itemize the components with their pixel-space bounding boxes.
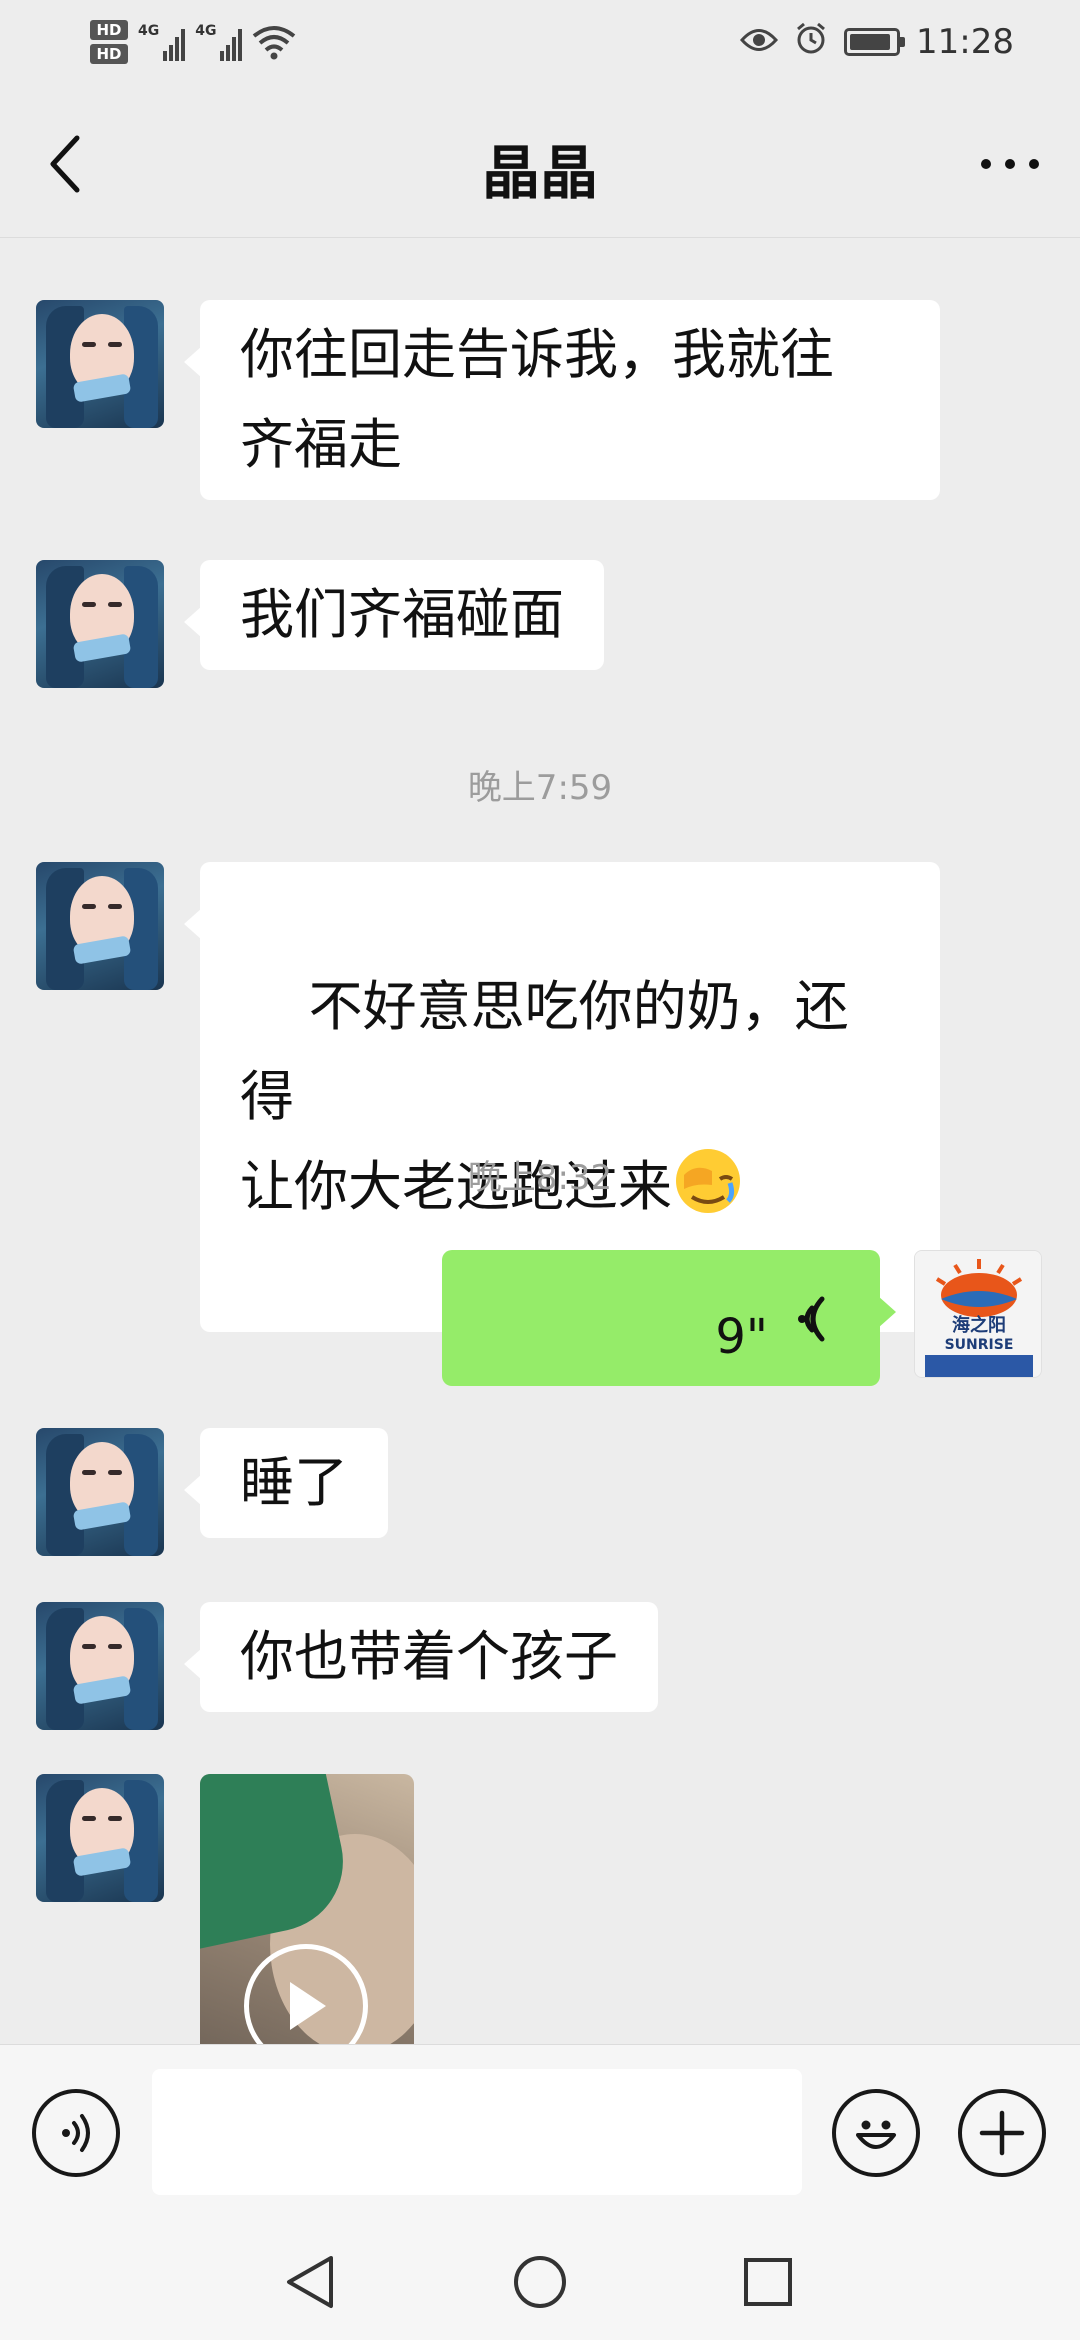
voice-icon: [62, 2114, 90, 2152]
battery-level: [850, 34, 891, 50]
more-button[interactable]: [970, 124, 1050, 204]
status-bar-right: 11:28: [740, 12, 1014, 72]
message-timestamp: 晚上8:32: [467, 1158, 613, 1198]
logo-text-cn: 海之阳: [952, 1314, 1006, 1336]
chat-header: 晶晶: [0, 84, 1080, 238]
triangle-back-icon: [287, 2256, 333, 2308]
video-message-thumbnail[interactable]: [200, 1774, 414, 2044]
message-timestamp: 晚上7:59: [467, 768, 613, 808]
emoji-button[interactable]: [832, 2089, 920, 2177]
contact-avatar[interactable]: [36, 1774, 164, 1902]
contact-avatar[interactable]: [36, 1428, 164, 1556]
status-clock: 11:28: [916, 22, 1014, 62]
message-bubble-received[interactable]: 你往回走告诉我，我就往 齐福走: [184, 300, 940, 500]
eye-comfort-icon: [740, 22, 779, 62]
smiley-icon: [856, 2120, 896, 2149]
voice-message-bubble[interactable]: 9": [442, 1250, 896, 1386]
message-bubble-received[interactable]: 我们齐福碰面: [184, 560, 604, 670]
chat-message-list[interactable]: 你往回走告诉我，我就往 齐福走 我们齐福碰面 晚上7:59 不好意思吃你的奶，还…: [0, 238, 1080, 2044]
logo-text-en: SUNRISE: [945, 1337, 1014, 1353]
contact-avatar[interactable]: [36, 1602, 164, 1730]
hd-icon-2: HD: [90, 44, 128, 64]
network-type-label-2: 4G: [195, 23, 217, 39]
plus-icon: [979, 2110, 1025, 2156]
battery-icon: [844, 28, 906, 56]
signal-icon-2: 4G: [195, 23, 243, 61]
alarm-icon: [794, 21, 828, 64]
system-navigation-bar: [0, 2220, 1080, 2340]
sunrise-logo-icon: 海之阳 SUNRISE: [915, 1251, 1041, 1377]
status-bar: HD HD 4G 4G 11:28: [0, 0, 1080, 84]
hd-icon-1: HD: [90, 20, 128, 40]
message-text-input[interactable]: [152, 2069, 802, 2195]
voice-wave-icon: [798, 1296, 825, 1342]
signal-icon-1: 4G: [138, 23, 186, 61]
chat-title: 晶晶: [481, 139, 598, 207]
contact-avatar[interactable]: [36, 560, 164, 688]
nav-home-button[interactable]: [500, 2242, 580, 2322]
wifi-icon: [252, 24, 296, 60]
hd-indicators: HD HD: [90, 20, 128, 64]
contact-avatar[interactable]: [36, 862, 164, 990]
nav-recent-button[interactable]: [728, 2242, 808, 2322]
circle-home-icon: [514, 2256, 566, 2308]
play-icon: [290, 1982, 326, 2030]
message-input-bar: [0, 2044, 1080, 2220]
more-dots-icon: [981, 159, 1039, 169]
status-bar-left: HD HD 4G 4G: [90, 12, 296, 72]
my-avatar[interactable]: 海之阳 SUNRISE: [914, 1250, 1042, 1378]
network-type-label-1: 4G: [138, 23, 160, 39]
voice-input-toggle-button[interactable]: [32, 2089, 120, 2177]
more-functions-button[interactable]: [958, 2089, 1046, 2177]
voice-duration: 9": [715, 1309, 768, 1365]
square-recent-icon: [744, 2258, 792, 2306]
message-bubble-received[interactable]: 你也带着个孩子: [184, 1602, 658, 1712]
contact-avatar[interactable]: [36, 300, 164, 428]
message-bubble-received[interactable]: 睡了: [184, 1428, 388, 1538]
nav-back-button[interactable]: [270, 2242, 350, 2322]
